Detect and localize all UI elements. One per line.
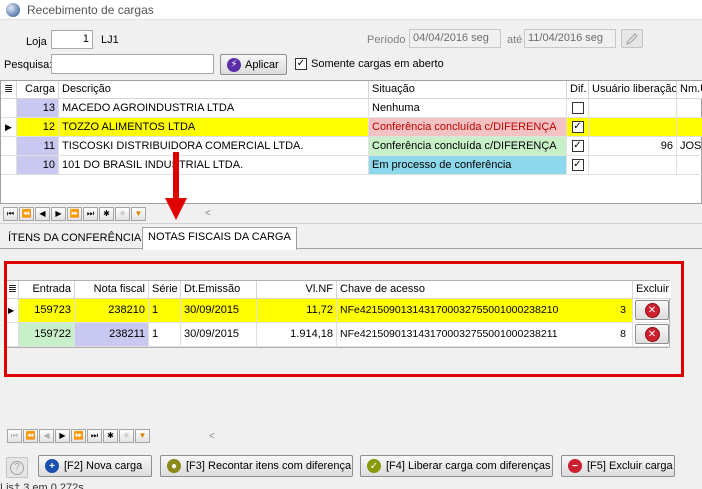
title-bar: Recebimento de cargas — [0, 0, 702, 20]
nm-cell — [677, 118, 702, 137]
nm-cell: JOSU — [677, 137, 702, 156]
recontar-label: [F3] Recontar itens com diferença — [186, 460, 352, 472]
excluir-carga-button[interactable]: − [F5] Excluir carga — [561, 455, 675, 477]
check-icon: ✓ — [367, 459, 381, 473]
cargas-nav-bar: ⏮ ⏪ ◀ ▶ ⏩ ⏭ ✱ ✳ ▼ < — [0, 204, 702, 224]
col-dif[interactable]: Dif. — [567, 81, 589, 99]
pesquisa-label: Pesquisa: — [4, 59, 53, 71]
loja-name: LJ1 — [101, 34, 119, 46]
periodo-end-input[interactable]: 11/04/2016 seg — [524, 29, 616, 48]
dif-checkbox[interactable]: ✓ — [571, 140, 584, 152]
first-page-icon[interactable]: ⏮ — [7, 429, 22, 443]
help-button[interactable]: ? — [6, 457, 28, 478]
cargas-grid: ≣ Carga Descrição Situação Dif. Usuário … — [0, 80, 702, 204]
app-icon — [6, 3, 20, 17]
periodo-start-input[interactable]: 04/04/2016 seg — [409, 29, 501, 48]
scroll-left-icon[interactable]: < — [205, 208, 211, 219]
carga-cell: 12 — [17, 118, 59, 137]
tab-notas-fiscais[interactable]: NOTAS FISCAIS DA CARGA — [142, 227, 297, 250]
next-record-icon[interactable]: ▶ — [55, 429, 70, 443]
descricao-cell: MACEDO AGROINDUSTRIA LTDA — [59, 99, 369, 118]
col-descricao[interactable]: Descrição — [59, 81, 369, 99]
edit-record-icon[interactable]: ✳ — [115, 206, 130, 221]
dif-cell: ✓ — [567, 118, 589, 137]
insert-icon[interactable]: ✱ — [99, 206, 114, 221]
plus-icon: + — [45, 459, 59, 473]
status-text: Lis† 3 em 0.272s — [0, 483, 84, 489]
insert-icon[interactable]: ✱ — [103, 429, 118, 443]
prev-record-icon[interactable]: ◀ — [39, 429, 54, 443]
descricao-cell: TISCOSKI DISTRIBUIDORA COMERCIAL LTDA. — [59, 137, 369, 156]
annotation-arrow-icon — [165, 152, 187, 220]
situacao-cell: Nenhuma — [369, 99, 567, 118]
minus-icon: − — [568, 459, 582, 473]
situacao-cell: Conferência concluída c/DIFERENÇA — [369, 118, 567, 137]
pesquisa-input[interactable] — [51, 54, 214, 74]
usuario-cell — [589, 118, 677, 137]
nova-carga-button[interactable]: + [F2] Nova carga — [38, 455, 152, 477]
prev-page-icon[interactable]: ⏪ — [19, 206, 34, 221]
last-page-icon[interactable]: ⏭ — [87, 429, 102, 443]
tab-itens-conferencia[interactable]: ÍTENS DA CONFERÊNCIA — [3, 229, 146, 249]
dif-cell — [567, 99, 589, 118]
dif-cell: ✓ — [567, 156, 589, 175]
row-pointer-icon: ▶ — [1, 118, 17, 137]
somente-checkbox[interactable]: ✓ — [295, 58, 307, 70]
liberar-label: [F4] Liberar carga com diferenças — [386, 460, 551, 472]
notas-nav-bar: ⏮ ⏪ ◀ ▶ ⏩ ⏭ ✱ ✳ ▼ < — [4, 426, 344, 446]
nm-cell — [677, 156, 702, 175]
grid-menu-icon[interactable]: ≣ — [1, 81, 17, 99]
aplicar-label: Aplicar — [245, 58, 279, 71]
prev-page-icon[interactable]: ⏪ — [23, 429, 38, 443]
descricao-cell: TOZZO ALIMENTOS LTDA — [59, 118, 369, 137]
filter-icon[interactable]: ▼ — [135, 429, 150, 443]
next-record-icon[interactable]: ▶ — [51, 206, 66, 221]
usuario-cell — [589, 156, 677, 175]
col-carga[interactable]: Carga — [17, 81, 59, 99]
lightning-icon: ⚡ — [227, 57, 241, 72]
usuario-cell — [589, 99, 677, 118]
first-page-icon[interactable]: ⏮ — [3, 206, 18, 221]
dif-checkbox[interactable] — [571, 102, 584, 114]
next-page-icon[interactable]: ⏩ — [67, 206, 82, 221]
col-usuario[interactable]: Usuário liberação — [589, 81, 677, 99]
descricao-cell: 101 DO BRASIL INDUSTRIAL LTDA. — [59, 156, 369, 175]
scroll-left-icon[interactable]: < — [209, 431, 215, 442]
aplicar-button[interactable]: ⚡ Aplicar — [220, 54, 287, 75]
next-page-icon[interactable]: ⏩ — [71, 429, 86, 443]
periodo-label: Período — [367, 34, 406, 46]
help-icon: ? — [10, 460, 24, 475]
loja-input[interactable]: 1 — [51, 30, 93, 49]
dif-checkbox[interactable]: ✓ — [571, 159, 584, 171]
annotation-highlight-box — [4, 261, 684, 377]
last-page-icon[interactable]: ⏭ — [83, 206, 98, 221]
recount-icon: ● — [167, 459, 181, 473]
excluir-carga-label: [F5] Excluir carga — [587, 460, 673, 472]
somente-checkbox-wrap[interactable]: ✓ Somente cargas em aberto — [295, 58, 444, 70]
window-title: Recebimento de cargas — [27, 3, 154, 17]
carga-cell: 13 — [17, 99, 59, 118]
prev-record-icon[interactable]: ◀ — [35, 206, 50, 221]
nova-carga-label: [F2] Nova carga — [64, 460, 143, 472]
loja-label: Loja — [26, 36, 47, 48]
dif-checkbox[interactable]: ✓ — [571, 121, 584, 133]
liberar-button[interactable]: ✓ [F4] Liberar carga com diferenças — [360, 455, 553, 477]
nm-cell — [677, 99, 702, 118]
col-situacao[interactable]: Situação — [369, 81, 567, 99]
pencil-icon — [626, 33, 638, 45]
situacao-cell: Conferência concluída c/DIFERENÇA — [369, 137, 567, 156]
recontar-button[interactable]: ● [F3] Recontar itens com diferença — [160, 455, 353, 477]
situacao-cell: Em processo de conferência — [369, 156, 567, 175]
usuario-cell: 96 — [589, 137, 677, 156]
ate-label: até — [507, 34, 523, 46]
somente-label: Somente cargas em aberto — [311, 58, 444, 70]
dif-cell: ✓ — [567, 137, 589, 156]
carga-cell: 10 — [17, 156, 59, 175]
carga-cell: 11 — [17, 137, 59, 156]
filter-icon[interactable]: ▼ — [131, 206, 146, 221]
edit-record-icon[interactable]: ✳ — [119, 429, 134, 443]
edit-periodo-button[interactable] — [621, 29, 643, 48]
col-nm[interactable]: Nm.U — [677, 81, 702, 99]
